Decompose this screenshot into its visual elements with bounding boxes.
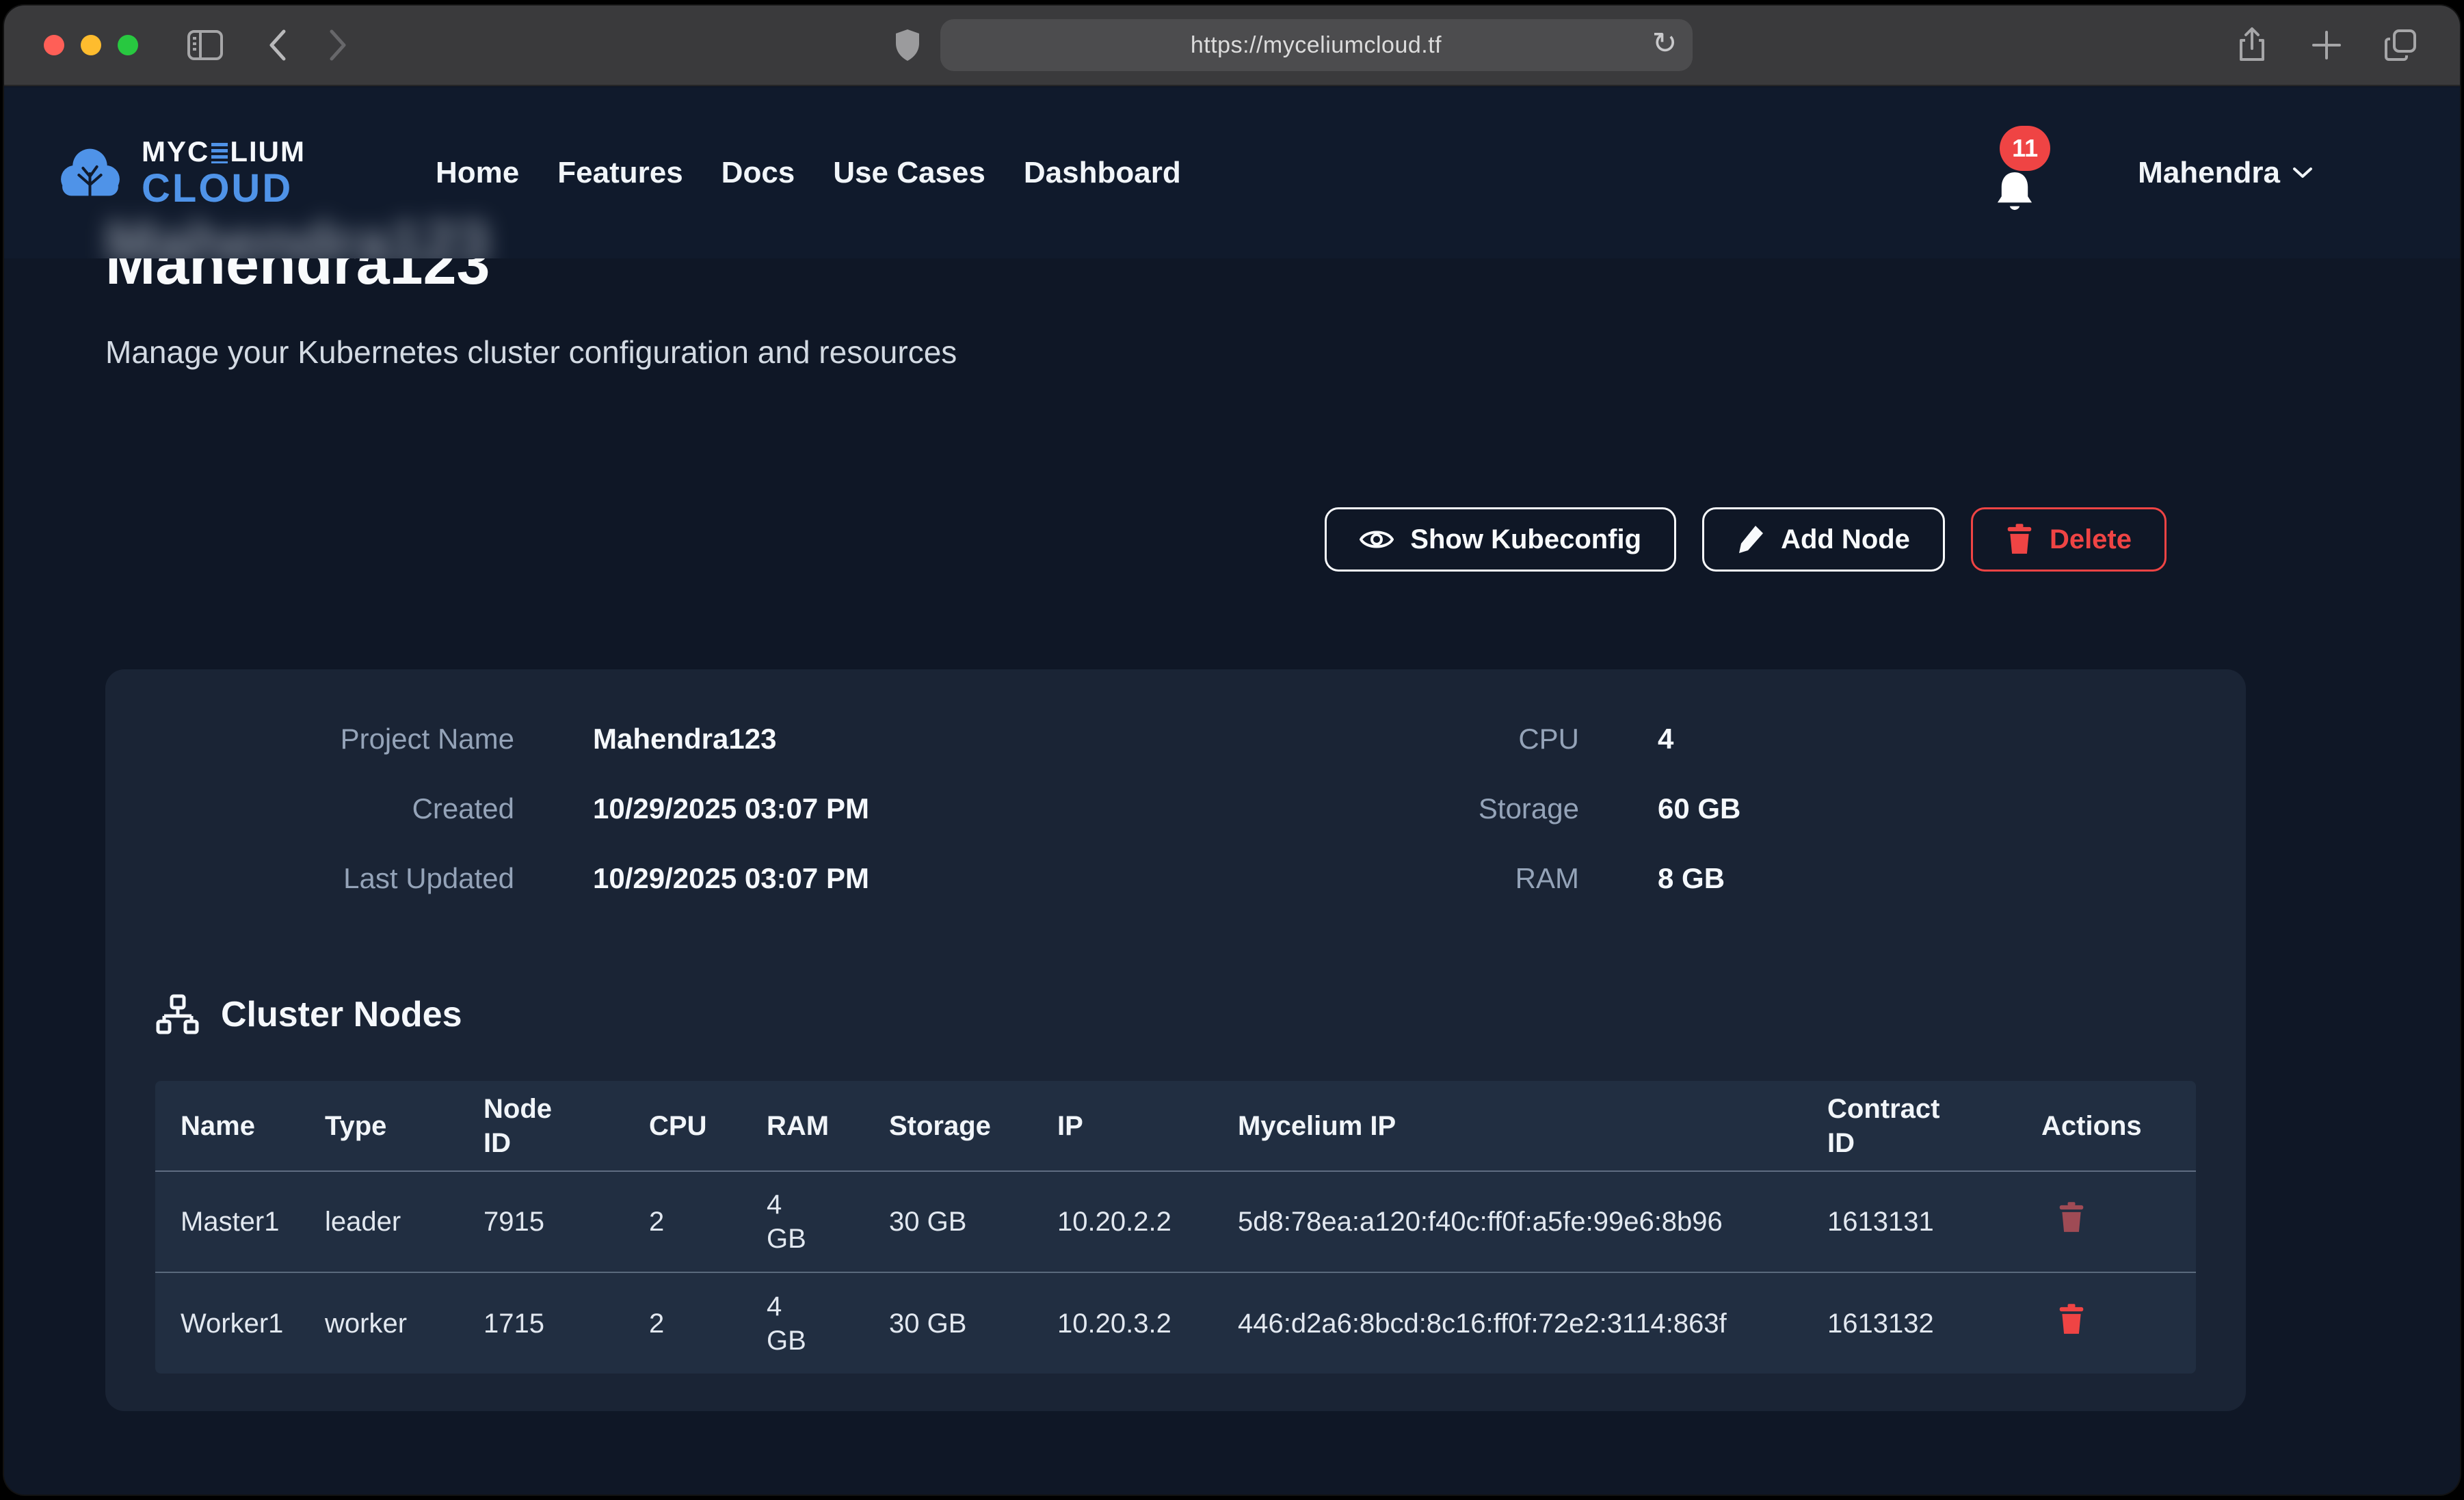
cell-contract-id: 1613131 xyxy=(1827,1171,2041,1272)
cell-ip: 10.20.3.2 xyxy=(1057,1272,1238,1374)
cell-cpu: 2 xyxy=(649,1171,767,1272)
col-node-id: Node ID xyxy=(483,1081,649,1171)
page-subtitle: Manage your Kubernetes cluster configura… xyxy=(105,334,2246,371)
minimize-window-button[interactable] xyxy=(81,35,101,55)
col-ram: RAM xyxy=(767,1081,889,1171)
notification-badge: 11 xyxy=(2000,126,2050,171)
logo-word-cloud: CLOUD xyxy=(142,169,306,209)
cluster-nodes-icon xyxy=(155,993,200,1036)
delete-node-button[interactable] xyxy=(2058,1202,2085,1233)
node-row-master1: Master1 leader 7915 2 4 GB 30 GB 10.20.2… xyxy=(155,1171,2196,1272)
info-row-created: Created 10/29/2025 03:07 PM xyxy=(105,791,1176,827)
nav-link-use-cases[interactable]: Use Cases xyxy=(833,156,985,190)
user-name: Mahendra xyxy=(2138,156,2280,190)
chevron-down-icon xyxy=(2292,166,2313,180)
delete-node-button[interactable] xyxy=(2058,1304,2085,1335)
cell-ram: 4 GB xyxy=(767,1171,889,1272)
logo-cloud-icon xyxy=(55,143,125,203)
privacy-shield-icon[interactable] xyxy=(894,28,921,62)
web-page: Mahendra123 MYCLIUM CLOUD xyxy=(4,88,2460,1495)
back-button[interactable] xyxy=(267,28,287,62)
cell-storage: 30 GB xyxy=(889,1272,1057,1374)
add-node-button[interactable]: Add Node xyxy=(1702,507,1945,572)
delete-cluster-button[interactable]: Delete xyxy=(1971,507,2167,572)
nav-link-features[interactable]: Features xyxy=(557,156,683,190)
trash-icon xyxy=(2006,524,2033,555)
notifications-button[interactable]: 11 xyxy=(1987,115,2049,231)
safari-window: https://myceliumcloud.tf ↻ xyxy=(4,5,2460,1495)
nodes-table: Name Type Node ID CPU RAM Storage IP Myc… xyxy=(155,1081,2196,1374)
cluster-info-grid: Project Name Mahendra123 Created 10/29/2… xyxy=(105,721,2246,896)
cluster-details-card: Project Name Mahendra123 Created 10/29/2… xyxy=(105,669,2246,1411)
traffic-lights xyxy=(44,35,138,55)
cell-ram: 4 GB xyxy=(767,1272,889,1374)
info-row-ram: RAM 8 GB xyxy=(1176,861,2246,896)
tab-overview-icon[interactable] xyxy=(2383,28,2417,62)
info-row-last-updated: Last Updated 10/29/2025 03:07 PM xyxy=(105,861,1176,896)
table-header-row: Name Type Node ID CPU RAM Storage IP Myc… xyxy=(155,1081,2196,1171)
node-row-worker1: Worker1 worker 1715 2 4 GB 30 GB 10.20.3… xyxy=(155,1272,2196,1374)
info-row-project-name: Project Name Mahendra123 xyxy=(105,721,1176,757)
cell-type: worker xyxy=(325,1272,483,1374)
col-cpu: CPU xyxy=(649,1081,767,1171)
close-window-button[interactable] xyxy=(44,35,64,55)
bell-icon xyxy=(1993,170,2037,219)
col-name: Name xyxy=(155,1081,325,1171)
trash-icon xyxy=(2058,1304,2085,1335)
cell-ip: 10.20.2.2 xyxy=(1057,1171,1238,1272)
nav-links: Home Features Docs Use Cases Dashboard xyxy=(436,156,1181,190)
col-actions: Actions xyxy=(2041,1081,2196,1171)
site-navbar: Mahendra123 MYCLIUM CLOUD xyxy=(4,88,2460,258)
col-storage: Storage xyxy=(889,1081,1057,1171)
nav-link-dashboard[interactable]: Dashboard xyxy=(1024,156,1181,190)
cell-node-id: 1715 xyxy=(483,1272,649,1374)
page-content: Mahendra123 Manage your Kubernetes clust… xyxy=(4,258,2460,1495)
col-contract-id: Contract ID xyxy=(1827,1081,2041,1171)
cluster-nodes-heading: Cluster Nodes xyxy=(155,993,2246,1036)
address-bar[interactable]: https://myceliumcloud.tf ↻ xyxy=(940,19,1693,71)
reload-icon[interactable]: ↻ xyxy=(1652,29,1678,59)
col-type: Type xyxy=(325,1081,483,1171)
user-menu[interactable]: Mahendra xyxy=(2138,156,2313,190)
cell-mycelium-ip: 446:d2a6:8bcd:8c16:ff0f:72e2:3114:863f xyxy=(1238,1272,1827,1374)
info-row-storage: Storage 60 GB xyxy=(1176,791,2246,827)
zoom-window-button[interactable] xyxy=(118,35,138,55)
url-text: https://myceliumcloud.tf xyxy=(940,32,1693,59)
col-ip: IP xyxy=(1057,1081,1238,1171)
trash-icon xyxy=(2058,1202,2085,1233)
col-mycelium-ip: Mycelium IP xyxy=(1238,1081,1827,1171)
cell-type: leader xyxy=(325,1171,483,1272)
new-tab-icon[interactable] xyxy=(2311,29,2342,61)
cell-node-id: 7915 xyxy=(483,1171,649,1272)
logo-word-mycelium: MYCLIUM xyxy=(142,137,306,166)
cell-name: Master1 xyxy=(155,1171,325,1272)
cell-mycelium-ip: 5d8:78ea:a120:f40c:ff0f:a5fe:99e6:8b96 xyxy=(1238,1171,1827,1272)
cell-actions xyxy=(2041,1272,2196,1374)
pencil-icon xyxy=(1737,524,1764,554)
cell-contract-id: 1613132 xyxy=(1827,1272,2041,1374)
cell-storage: 30 GB xyxy=(889,1171,1057,1272)
forward-button[interactable] xyxy=(328,28,349,62)
eye-icon xyxy=(1360,527,1394,552)
cell-actions xyxy=(2041,1171,2196,1272)
show-kubeconfig-button[interactable]: Show Kubeconfig xyxy=(1325,507,1676,572)
cell-cpu: 2 xyxy=(649,1272,767,1374)
logo-stylized-e xyxy=(211,143,228,163)
nav-link-home[interactable]: Home xyxy=(436,156,519,190)
cluster-actions: Show Kubeconfig Add Node xyxy=(105,507,2246,572)
share-icon[interactable] xyxy=(2237,27,2267,64)
nav-link-docs[interactable]: Docs xyxy=(721,156,795,190)
sidebar-toggle-icon[interactable] xyxy=(186,29,224,62)
info-row-cpu: CPU 4 xyxy=(1176,721,2246,757)
mycelium-cloud-logo[interactable]: MYCLIUM CLOUD xyxy=(55,137,306,209)
cell-name: Worker1 xyxy=(155,1272,325,1374)
browser-toolbar: https://myceliumcloud.tf ↻ xyxy=(4,5,2460,86)
